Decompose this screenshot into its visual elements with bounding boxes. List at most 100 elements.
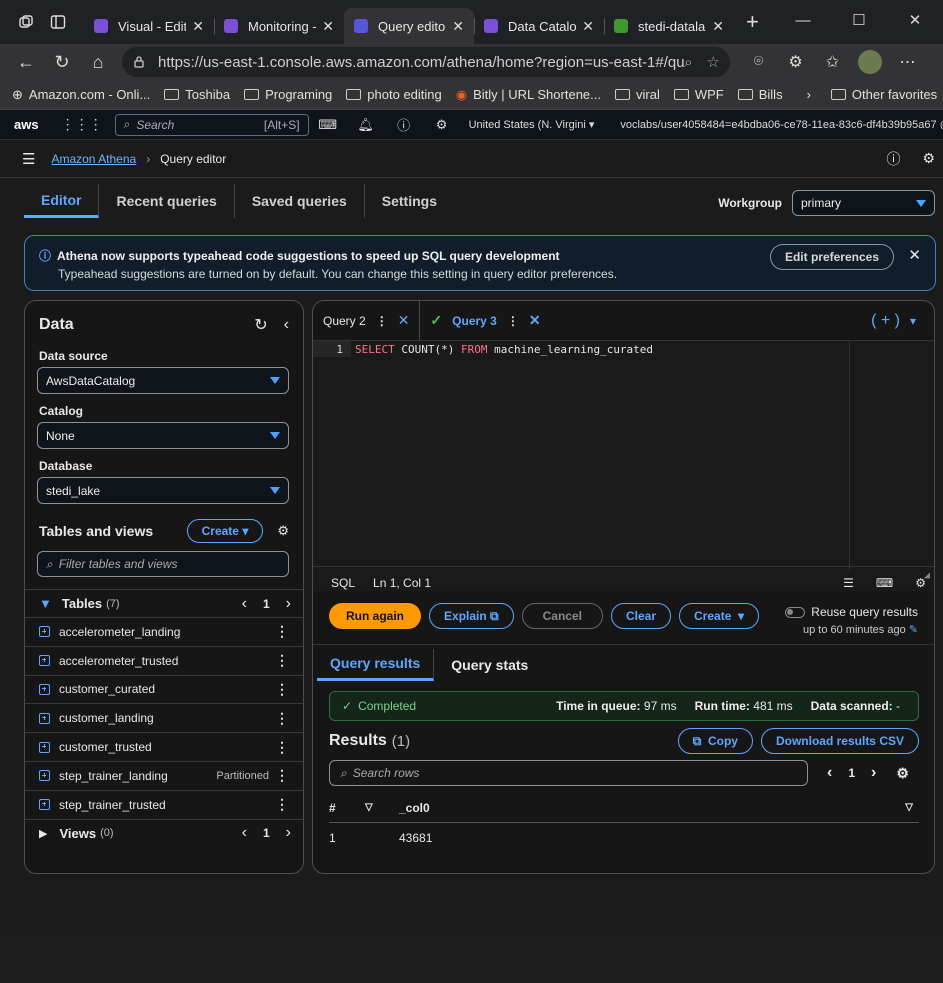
sort-caret-icon[interactable]: ▽ — [365, 802, 399, 813]
expand-plus-icon[interactable] — [39, 799, 50, 811]
next-page-icon[interactable]: › — [871, 764, 876, 782]
bookmark-toshiba[interactable]: Toshiba — [164, 87, 230, 102]
browser-tab-visual[interactable]: Visual - Edito✕ — [84, 8, 214, 44]
favorite-star-icon[interactable]: ☆ — [707, 53, 720, 71]
views-caret-icon[interactable]: ▶ — [39, 827, 47, 840]
more-actions-icon[interactable]: ⋮ — [275, 623, 289, 640]
column-header-col0[interactable]: _col0 — [399, 801, 905, 815]
explain-button[interactable]: Explain ⧉ — [429, 603, 514, 629]
tab-options-icon[interactable]: ⋮ — [376, 314, 388, 328]
aws-search-input[interactable]: ⌕ Search [Alt+S] — [114, 113, 309, 136]
aws-logo[interactable]: aws — [14, 117, 39, 132]
close-tab-icon[interactable]: ✕ — [322, 18, 334, 35]
refresh-icon[interactable]: ↻ — [254, 315, 267, 335]
database-select[interactable]: stedi_lake — [37, 477, 289, 504]
bookmark-programing[interactable]: Programing — [244, 87, 332, 102]
table-item[interactable]: step_trainer_landing Partitioned ⋮ — [25, 760, 303, 790]
new-tab-icon[interactable]: + — [746, 9, 759, 35]
close-icon[interactable]: ✕ — [529, 312, 541, 329]
gear-icon[interactable]: ⚙ — [896, 765, 909, 782]
tab-query-stats[interactable]: Query stats — [438, 649, 541, 681]
table-item[interactable]: accelerometer_landing ⋮ — [25, 617, 303, 646]
workgroup-select[interactable]: primary — [792, 190, 935, 216]
gear-icon[interactable]: ⚙ — [277, 523, 289, 539]
sort-caret-icon[interactable]: ▽ — [905, 802, 913, 813]
create-dropdown-button[interactable]: Create ▾ — [679, 603, 760, 629]
tab-query-results[interactable]: Query results — [317, 648, 435, 681]
filter-tables-input[interactable]: ⌕ Filter tables and views — [37, 551, 289, 577]
maximize-icon[interactable]: ☐ — [831, 0, 887, 40]
more-actions-icon[interactable]: ⋮ — [275, 767, 289, 784]
account-menu[interactable]: voclabs/user4058484=e4bdba06-ce78-11ea-8… — [620, 118, 943, 131]
bookmark-other-favorites[interactable]: Other favorites — [830, 87, 937, 102]
query-tab-2[interactable]: Query 2 ⋮ ✕ — [313, 301, 421, 341]
clear-button[interactable]: Clear — [610, 603, 672, 629]
home-icon[interactable]: ⌂ — [80, 52, 116, 73]
expand-plus-icon[interactable] — [39, 626, 50, 638]
browser-tab-stedi[interactable]: stedi-datalak ✕ — [604, 8, 734, 44]
query-tab-3[interactable]: ✓ Query 3 ⋮ ✕ — [420, 301, 550, 341]
edit-preferences-button[interactable]: Edit preferences — [769, 244, 894, 270]
more-actions-icon[interactable]: ⋮ — [275, 710, 289, 727]
more-bookmarks-chevron-icon[interactable]: › — [807, 87, 811, 102]
toggle-switch[interactable] — [785, 607, 806, 619]
site-info-icon[interactable] — [132, 55, 146, 69]
expand-plus-icon[interactable] — [39, 683, 50, 695]
region-selector[interactable]: United States (N. Virgini ▾ — [469, 118, 595, 131]
download-csv-button[interactable]: Download results CSV — [760, 728, 919, 754]
expand-plus-icon[interactable] — [39, 770, 50, 782]
more-actions-icon[interactable]: ⋮ — [275, 652, 289, 669]
minimize-icon[interactable]: — — [775, 0, 831, 40]
browser-tab-monitoring[interactable]: Monitoring - ✕ — [214, 8, 344, 44]
tab-saved-queries[interactable]: Saved queries — [235, 184, 365, 218]
expand-plus-icon[interactable] — [39, 712, 50, 724]
table-item[interactable]: customer_trusted ⋮ — [25, 732, 303, 761]
extensions-icon[interactable]: ⚙ — [777, 52, 814, 72]
tab-options-icon[interactable]: ⋮ — [507, 314, 519, 328]
close-window-icon[interactable]: ✕ — [887, 0, 943, 40]
camera-icon[interactable]: ⌾ — [740, 53, 777, 71]
more-actions-icon[interactable]: ⋮ — [275, 681, 289, 698]
bookmark-bitly[interactable]: ◉ Bitly | URL Shortene... — [456, 87, 601, 103]
close-tab-icon[interactable]: ✕ — [452, 18, 464, 35]
table-item[interactable]: customer_landing ⋮ — [25, 703, 303, 732]
tables-page-number[interactable]: 1 — [263, 597, 270, 611]
bookmark-viral[interactable]: viral — [615, 87, 660, 102]
reload-icon[interactable]: ↻ — [44, 52, 80, 73]
sql-code-editor[interactable]: 1 SELECT COUNT(*) FROM machine_learning_… — [313, 341, 934, 591]
more-actions-icon[interactable]: ⋮ — [275, 739, 289, 756]
zoom-icon[interactable]: ⌕ — [684, 54, 692, 71]
prev-page-icon[interactable]: ‹ — [242, 595, 247, 613]
views-page-number[interactable]: 1 — [263, 826, 270, 840]
catalog-select[interactable]: None — [37, 422, 289, 449]
next-page-icon[interactable]: › — [286, 824, 291, 842]
url-bar[interactable]: https://us-east-1.console.aws.amazon.com… — [122, 47, 730, 77]
run-again-button[interactable]: Run again — [329, 603, 422, 629]
keyboard-shortcuts-icon[interactable]: ⌨ — [876, 576, 893, 590]
data-source-select[interactable]: AwsDataCatalog — [37, 367, 289, 394]
table-item[interactable]: step_trainer_trusted ⋮ — [25, 789, 303, 819]
bell-icon[interactable]: 🔔︎ — [347, 117, 385, 133]
table-item[interactable]: accelerometer_trusted ⋮ — [25, 645, 303, 675]
close-icon[interactable]: ✕ — [908, 246, 921, 264]
vertical-tabs-icon[interactable] — [50, 14, 66, 30]
browser-tab-data-catalog[interactable]: Data Catalog✕ — [474, 8, 604, 44]
editor-settings-icon[interactable]: ⚙ — [915, 576, 926, 590]
reuse-results-toggle[interactable]: Reuse query results up to 60 minutes ago… — [785, 605, 918, 636]
copy-button[interactable]: ⧉ Copy — [677, 728, 753, 754]
close-icon[interactable]: ✕ — [398, 312, 410, 329]
tab-settings[interactable]: Settings — [365, 184, 454, 218]
more-menu-icon[interactable]: ⋯ — [889, 52, 926, 72]
cloudshell-icon[interactable]: ⌨ — [309, 117, 347, 133]
browser-tab-query-editor[interactable]: Query editor ✕ — [344, 8, 474, 44]
close-tab-icon[interactable]: ✕ — [582, 18, 594, 35]
hamburger-menu-icon[interactable]: ☰ — [22, 150, 35, 168]
profile-avatar[interactable] — [858, 50, 882, 74]
bookmark-wpf[interactable]: WPF — [673, 87, 724, 102]
settings-gear-icon[interactable]: ⚙ — [423, 117, 461, 133]
search-rows-input[interactable]: ⌕ Search rows — [329, 760, 808, 786]
more-actions-icon[interactable]: ⋮ — [275, 796, 289, 813]
breadcrumb-athena-link[interactable]: Amazon Athena — [51, 152, 136, 166]
cancel-button[interactable]: Cancel — [521, 603, 603, 629]
format-query-icon[interactable]: ☰ — [843, 576, 854, 590]
